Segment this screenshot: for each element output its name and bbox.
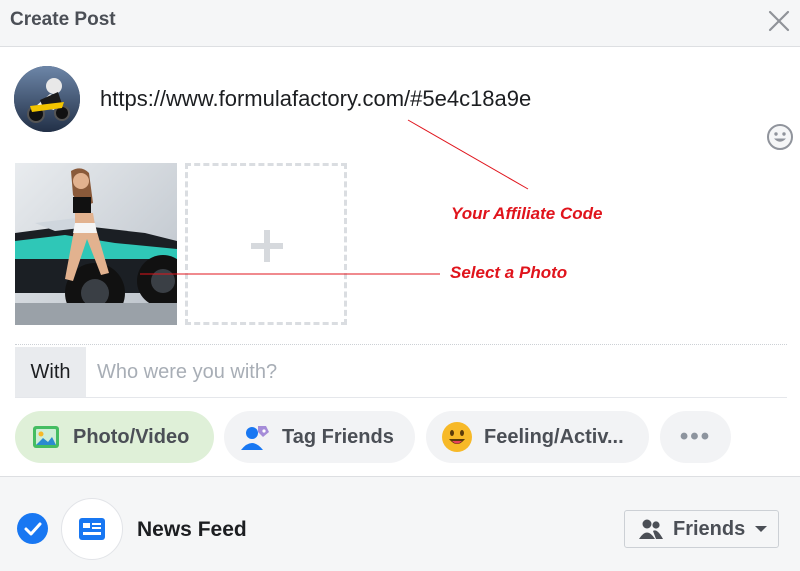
- tag-friends-label: Tag Friends: [282, 425, 394, 448]
- photo-video-label: Photo/Video: [73, 425, 190, 448]
- with-label: With: [15, 347, 86, 397]
- divider: [15, 397, 787, 398]
- checkmark-icon[interactable]: [17, 513, 48, 544]
- news-feed-icon: [61, 498, 123, 560]
- avatar: [14, 66, 80, 132]
- dialog-title: Create Post: [10, 9, 116, 30]
- audience-selector[interactable]: Friends: [624, 510, 779, 548]
- tag-friends-button[interactable]: Tag Friends: [224, 411, 415, 463]
- photo-icon: [29, 420, 63, 454]
- audience-footer: News Feed Friends: [0, 476, 800, 571]
- photo-thumbnail[interactable]: [15, 163, 177, 325]
- smiley-face-icon: [440, 420, 474, 454]
- post-text-input[interactable]: https://www.formulafactory.com/#5e4c18a9…: [100, 86, 576, 112]
- affiliate-code-annotation: Your Affiliate Code: [451, 204, 603, 223]
- with-input[interactable]: [86, 347, 786, 397]
- photo-video-button[interactable]: Photo/Video: [15, 411, 214, 463]
- friends-label: Friends: [673, 517, 746, 540]
- friends-icon: [638, 518, 664, 540]
- add-photo-button[interactable]: [185, 163, 347, 325]
- divider: [15, 344, 787, 345]
- news-feed-label: News Feed: [137, 518, 247, 541]
- chevron-down-icon: [754, 524, 768, 534]
- smiley-icon[interactable]: [766, 123, 794, 151]
- close-icon[interactable]: [766, 8, 792, 34]
- select-photo-annotation: Select a Photo: [450, 263, 568, 282]
- feeling-activity-button[interactable]: Feeling/Activ...: [426, 411, 649, 463]
- feeling-activity-label: Feeling/Activ...: [484, 425, 624, 448]
- dialog-header: Create Post: [0, 0, 800, 47]
- tag-person-icon: [238, 420, 272, 454]
- more-options-button[interactable]: •••: [660, 411, 731, 463]
